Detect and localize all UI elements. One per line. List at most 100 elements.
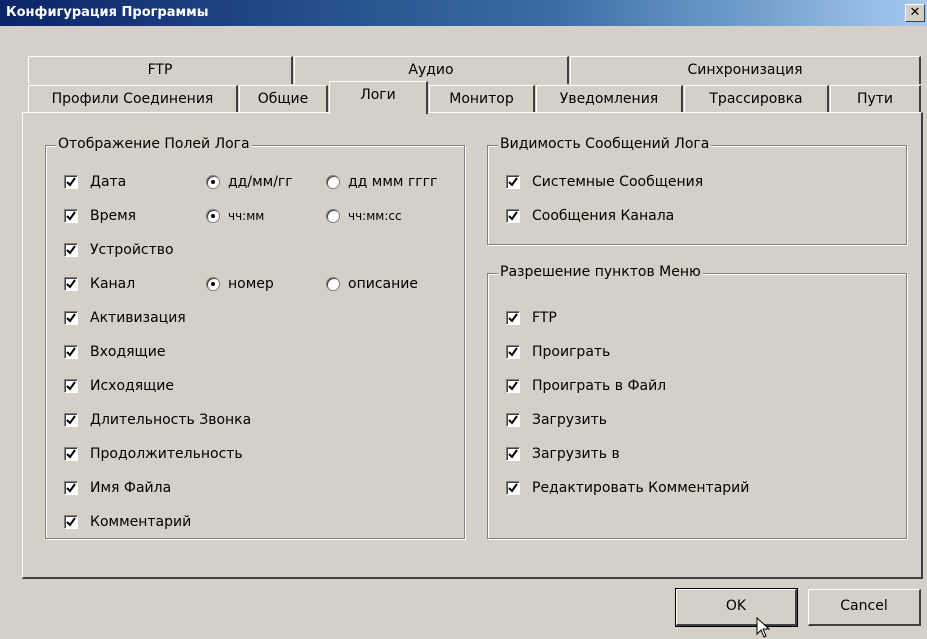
field-label: Исходящие [90, 378, 175, 394]
field-label: Длительность Звонка [90, 412, 252, 428]
date-row: Дата [64, 172, 126, 192]
field-row: Продолжительность [64, 444, 243, 464]
check-icon [66, 449, 76, 459]
visibility-checkbox[interactable] [506, 175, 520, 189]
date-format-2-radio[interactable] [326, 175, 340, 189]
visibility-label: Системные Сообщения [532, 174, 704, 190]
field-checkbox[interactable] [64, 447, 78, 461]
cancel-button[interactable]: Cancel [808, 589, 921, 626]
menu-row: Загрузить [506, 410, 607, 430]
log-fields-title: Отображение Полей Лога [56, 136, 252, 152]
field-row: Комментарий [64, 512, 191, 532]
field-label: Входящие [90, 344, 166, 360]
visibility-row: Сообщения Канала [506, 206, 674, 226]
field-checkbox[interactable] [64, 515, 78, 529]
tab-connection-profiles[interactable]: Профили Соединения [28, 85, 238, 113]
menu-row: FTP [506, 308, 557, 328]
field-row: Входящие [64, 342, 165, 362]
check-icon [66, 483, 76, 493]
log-fields-group: Отображение Полей Лога Дата дд/мм/гг дд … [45, 136, 465, 539]
check-icon [66, 211, 76, 221]
menu-row: Проиграть [506, 342, 610, 362]
field-row: Исходящие [64, 376, 174, 396]
menu-checkbox[interactable] [506, 379, 520, 393]
channel-option-2-radio[interactable] [326, 277, 340, 291]
check-icon [508, 313, 518, 323]
tab-logs[interactable]: Логи [329, 81, 428, 114]
field-label: Имя Файла [90, 480, 172, 496]
channel-label: Канал [90, 276, 136, 292]
tab-paths[interactable]: Пути [830, 85, 921, 113]
check-icon [66, 415, 76, 425]
menu-checkbox[interactable] [506, 413, 520, 427]
tab-tracing[interactable]: Трассировка [684, 85, 829, 113]
field-checkbox[interactable] [64, 481, 78, 495]
check-icon [508, 381, 518, 391]
check-icon [66, 313, 76, 323]
log-visibility-title: Видимость Сообщений Лога [498, 136, 712, 152]
field-checkbox[interactable] [64, 379, 78, 393]
channel-checkbox[interactable] [64, 277, 78, 291]
menu-row: Редактировать Комментарий [506, 478, 749, 498]
date-format-2: дд ммм гггг [326, 172, 437, 192]
channel-option-1-radio[interactable] [206, 277, 220, 291]
device-row: Устройство [64, 240, 174, 260]
field-checkbox[interactable] [64, 311, 78, 325]
date-format-1-label: дд/мм/гг [228, 174, 293, 190]
channel-option-1: номер [206, 274, 274, 294]
visibility-label: Сообщения Канала [532, 208, 675, 224]
field-checkbox[interactable] [64, 345, 78, 359]
tab-sync[interactable]: Синхронизация [570, 56, 921, 84]
config-dialog: Конфигурация Программы ✕ FTP Аудио Синхр… [0, 0, 927, 639]
menu-label: Загрузить [532, 412, 608, 428]
date-format-1-radio[interactable] [206, 175, 220, 189]
time-format-2-radio[interactable] [326, 209, 340, 223]
field-label: Комментарий [90, 514, 192, 530]
tab-ftp[interactable]: FTP [28, 56, 293, 84]
time-format-2-label: чч:мм:сс [348, 209, 402, 223]
field-row: Активизация [64, 308, 186, 328]
menu-checkbox[interactable] [506, 311, 520, 325]
field-checkbox[interactable] [64, 413, 78, 427]
channel-option-2-label: описание [348, 276, 418, 292]
check-icon [508, 415, 518, 425]
field-row: Длительность Звонка [64, 410, 251, 430]
time-row: Время [64, 206, 136, 226]
device-checkbox[interactable] [64, 243, 78, 257]
menu-permissions-title: Разрешение пунктов Меню [498, 264, 703, 280]
date-format-1: дд/мм/гг [206, 172, 293, 192]
menu-permissions-group: Разрешение пунктов Меню FTP Проиграть Пр… [487, 264, 907, 539]
visibility-row: Системные Сообщения [506, 172, 703, 192]
mouse-cursor-icon [756, 617, 771, 638]
date-checkbox[interactable] [64, 175, 78, 189]
date-format-2-label: дд ммм гггг [348, 174, 438, 190]
check-icon [66, 177, 76, 187]
time-format-1-label: чч:мм [228, 209, 265, 223]
time-checkbox[interactable] [64, 209, 78, 223]
time-format-1: чч:мм [206, 206, 264, 226]
window-title: Конфигурация Программы [6, 5, 209, 20]
check-icon [508, 483, 518, 493]
time-format-1-radio[interactable] [206, 209, 220, 223]
tab-general[interactable]: Общие [239, 85, 328, 113]
tab-audio[interactable]: Аудио [294, 56, 569, 84]
device-label: Устройство [90, 242, 174, 258]
check-icon [508, 177, 518, 187]
channel-row: Канал [64, 274, 135, 294]
menu-checkbox[interactable] [506, 481, 520, 495]
tab-notifications[interactable]: Уведомления [536, 85, 683, 113]
field-label: Продолжительность [90, 446, 243, 462]
menu-checkbox[interactable] [506, 447, 520, 461]
check-icon [508, 449, 518, 459]
ok-button[interactable]: OK [675, 588, 798, 627]
channel-option-2: описание [326, 274, 418, 294]
check-icon [66, 517, 76, 527]
field-row: Имя Файла [64, 478, 171, 498]
check-icon [66, 279, 76, 289]
tab-monitor[interactable]: Монитор [429, 85, 535, 113]
check-icon [66, 381, 76, 391]
close-button[interactable]: ✕ [905, 4, 925, 22]
menu-checkbox[interactable] [506, 345, 520, 359]
check-icon [508, 211, 518, 221]
visibility-checkbox[interactable] [506, 209, 520, 223]
